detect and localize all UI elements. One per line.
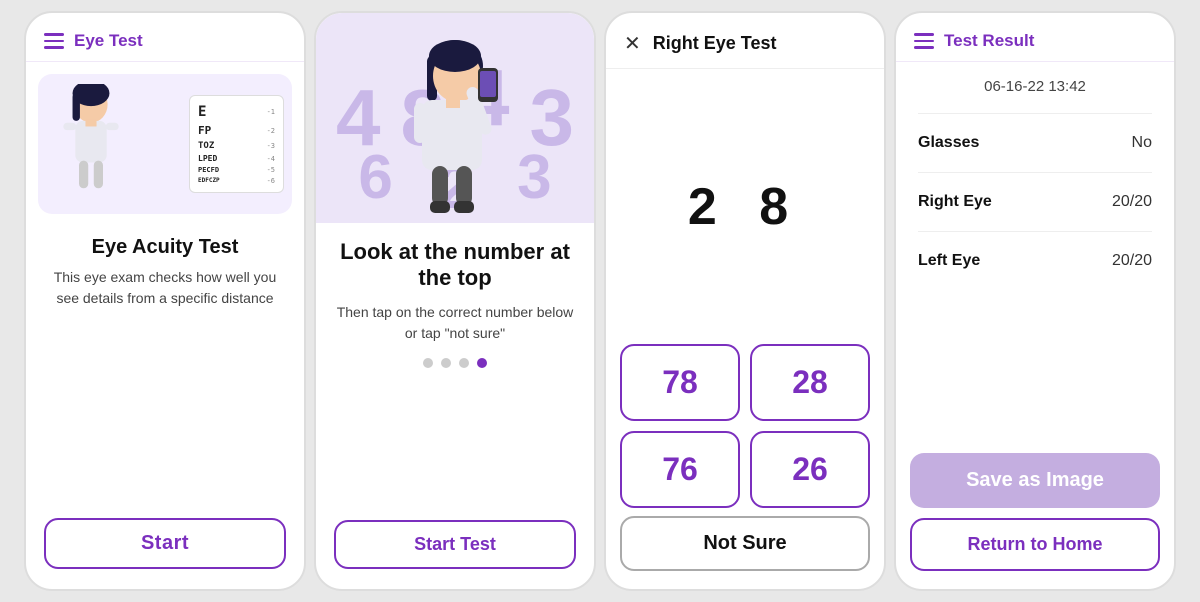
screen1-content: Eye Acuity Test This eye exam checks how… [26, 226, 304, 504]
screen3-card: ✕ Right Eye Test 2 8 78 28 76 26 Not Sur… [604, 11, 886, 591]
test-number: 2 8 [688, 177, 802, 237]
screen1-hero: E-1 FP-2 TOZ-3 LPED-4 PECFD-5 EDFCZP-6 [38, 74, 292, 214]
divider-2 [918, 172, 1152, 173]
divider-1 [918, 113, 1152, 114]
result-date: 06-16-22 13:42 [918, 78, 1152, 95]
eye-acuity-desc: This eye exam checks how well you see de… [44, 267, 286, 309]
left-eye-row: Left Eye 20/20 [918, 252, 1152, 270]
choice-76[interactable]: 76 [620, 431, 740, 508]
screen2-footer: Start Test [316, 506, 594, 589]
screen4-content: 06-16-22 13:42 Glasses No Right Eye 20/2… [896, 62, 1174, 453]
screen3-title: Right Eye Test [653, 33, 777, 54]
screen4-header: Test Result [896, 13, 1174, 62]
dot-2[interactable] [441, 358, 451, 368]
left-eye-label: Left Eye [918, 252, 980, 270]
screen1-card: Eye Test E-1 [24, 11, 306, 591]
right-eye-value: 20/20 [1112, 193, 1152, 211]
eye-chart: E-1 FP-2 TOZ-3 LPED-4 PECFD-5 EDFCZP-6 [189, 95, 284, 193]
hamburger-icon-2[interactable] [914, 33, 934, 49]
not-sure-button[interactable]: Not Sure [620, 516, 870, 571]
screen1-footer: Start [26, 504, 304, 589]
glasses-value: No [1132, 134, 1152, 152]
screens-container: Eye Test E-1 [14, 0, 1186, 602]
person2-illustration [390, 38, 520, 223]
person-illustration [46, 84, 136, 204]
return-home-button[interactable]: Return to Home [910, 518, 1160, 571]
save-image-button[interactable]: Save as Image [910, 453, 1160, 508]
instruction-heading: Look at the number at the top [336, 239, 574, 292]
glasses-label: Glasses [918, 134, 979, 152]
close-icon[interactable]: ✕ [624, 31, 641, 56]
screen1-header: Eye Test [26, 13, 304, 62]
choice-78[interactable]: 78 [620, 344, 740, 421]
dot-1[interactable] [423, 358, 433, 368]
result-title: Test Result [944, 31, 1034, 51]
choice-26[interactable]: 26 [750, 431, 870, 508]
divider-3 [918, 231, 1152, 232]
dot-4[interactable] [477, 358, 487, 368]
choice-buttons: 78 28 76 26 [606, 344, 884, 516]
dot-3[interactable] [459, 358, 469, 368]
number-display-area: 2 8 [606, 69, 884, 344]
eye-acuity-title: Eye Acuity Test [92, 236, 239, 259]
choice-28[interactable]: 28 [750, 344, 870, 421]
right-eye-row: Right Eye 20/20 [918, 193, 1152, 211]
screen2-content: Look at the number at the top Then tap o… [316, 223, 594, 506]
screen4-card: Test Result 06-16-22 13:42 Glasses No Ri… [894, 11, 1176, 591]
hamburger-icon[interactable] [44, 33, 64, 49]
left-eye-value: 20/20 [1112, 252, 1152, 270]
screen2-card: 4 8 4 3 6 2 3 [314, 11, 596, 591]
screen2-hero: 4 8 4 3 6 2 3 [316, 13, 594, 223]
start-button[interactable]: Start [44, 518, 286, 569]
instruction-subtext: Then tap on the correct number below or … [336, 302, 574, 344]
screen3-header: ✕ Right Eye Test [606, 13, 884, 69]
start-test-button[interactable]: Start Test [334, 520, 576, 569]
pagination-dots [423, 358, 487, 368]
glasses-row: Glasses No [918, 134, 1152, 152]
app-title: Eye Test [74, 31, 143, 51]
right-eye-label: Right Eye [918, 193, 992, 211]
screen4-footer: Save as Image Return to Home [896, 453, 1174, 589]
